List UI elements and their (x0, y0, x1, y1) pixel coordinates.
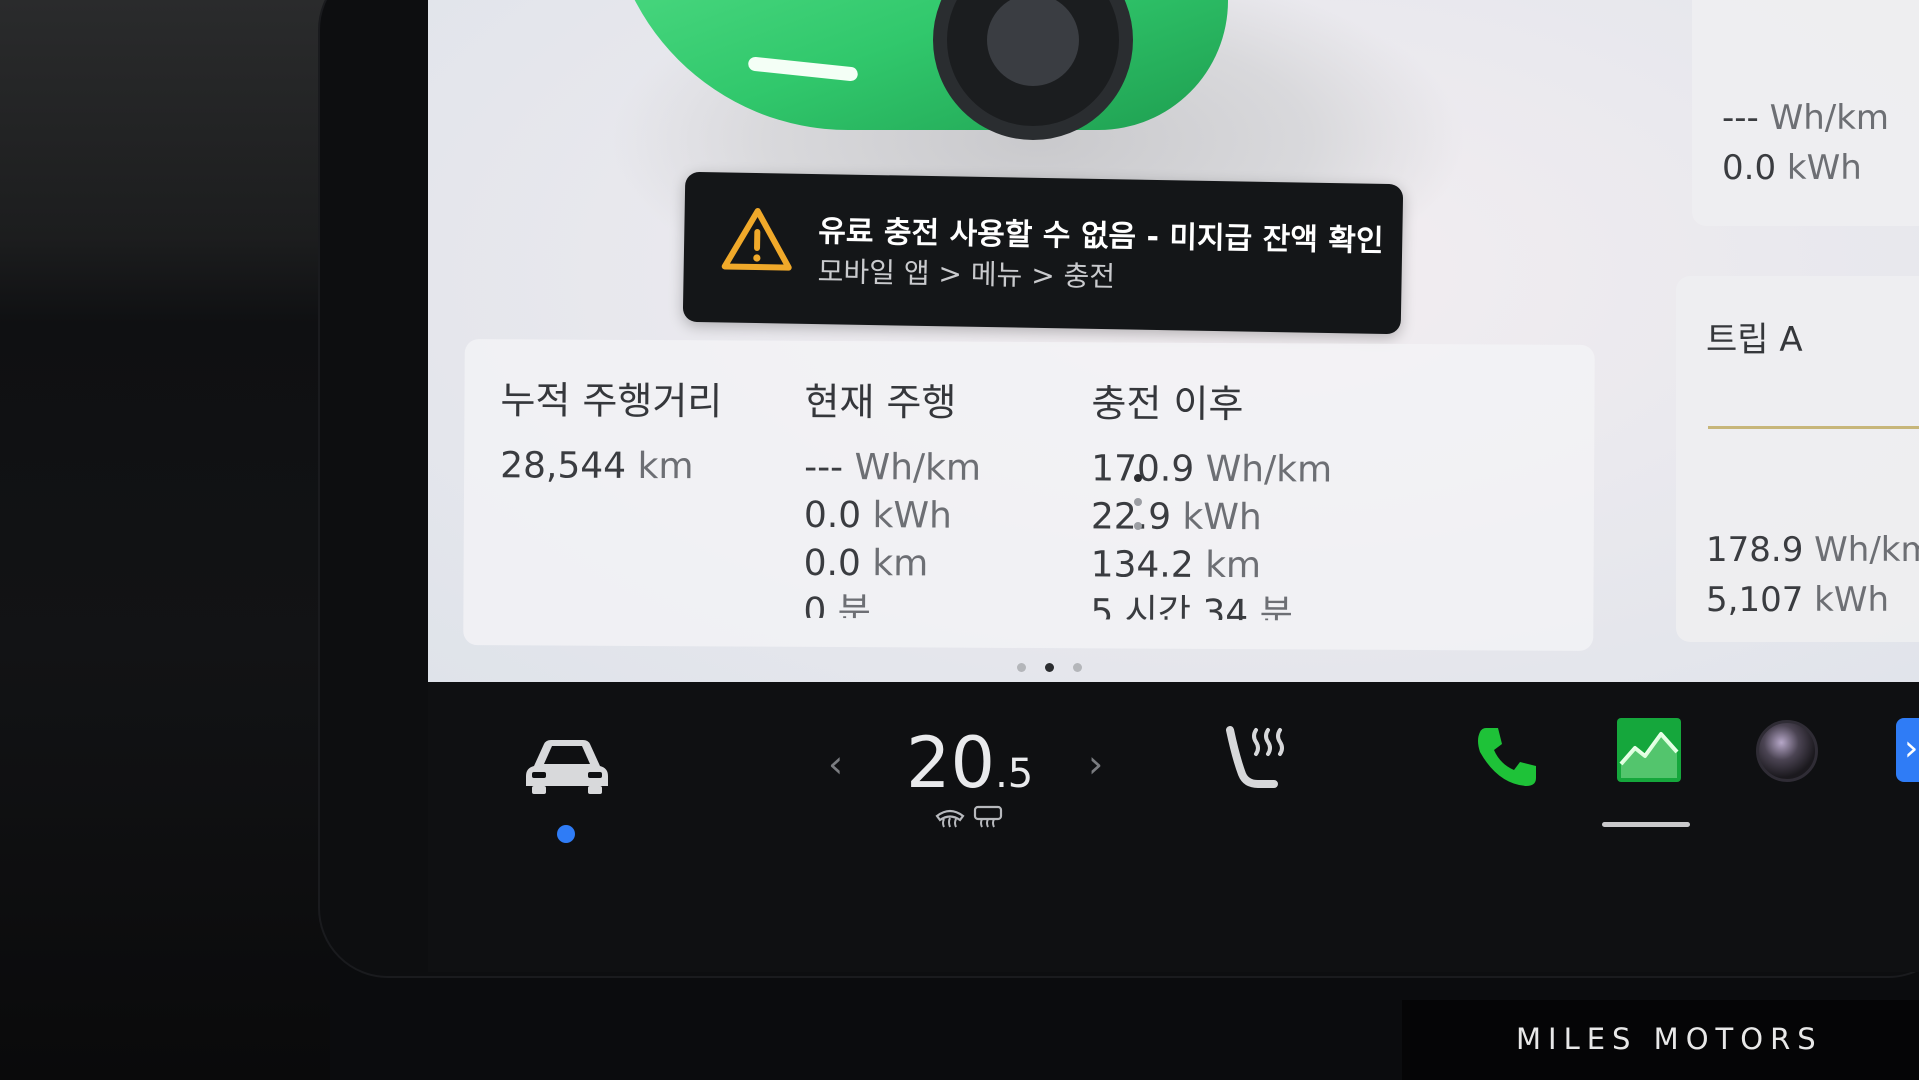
camera-icon[interactable] (1756, 720, 1818, 782)
odometer-title: 누적 주행거리 (500, 378, 723, 424)
since-charge-distance: 134.2 km (1090, 544, 1262, 587)
right-card-energy: 0.0 kWh (1722, 148, 1862, 188)
trip-a-title: 트립 A (1706, 320, 1803, 360)
rear-defrost-icon[interactable] (972, 804, 1004, 830)
bottom-dock (428, 682, 1919, 972)
vertical-dot (1134, 498, 1142, 506)
car-icon[interactable] (524, 732, 610, 796)
trip-a-energy: 5,107 kWh (1706, 580, 1890, 620)
alert-subtitle: 모바일 앱 > 메뉴 > 충전 (817, 255, 1116, 294)
seat-heater-icon[interactable] (1222, 722, 1294, 794)
since-charge-title: 충전 이후 (1091, 381, 1244, 427)
odometer-column: 누적 주행거리 28,544 km (500, 369, 722, 491)
dashboard-trim-left (0, 0, 330, 1080)
warning-triangle-icon (721, 208, 792, 271)
vertical-page-indicator[interactable] (1134, 474, 1144, 546)
vertical-dot (1134, 522, 1142, 530)
trip-stats-card[interactable]: 누적 주행거리 28,544 km 현재 주행 --- Wh/km 0.0 kW… (463, 339, 1595, 651)
energy-graph-icon[interactable] (1617, 718, 1681, 782)
since-charge-energy: 22.9 kWh (1090, 496, 1262, 539)
front-defrost-icon[interactable] (934, 804, 966, 830)
odometer-value: 28,544 km (500, 445, 694, 488)
channel-watermark: MILES MOTORS (1516, 1022, 1823, 1056)
since-charge-column: 충전 이후 170.9 Wh/km 22.9 kWh 134.2 km 5 시간… (1090, 372, 1332, 620)
cabin-temperature[interactable]: 20.5 (906, 722, 1033, 804)
temp-decrease-button[interactable]: ‹ (828, 742, 843, 786)
current-drive-efficiency: --- Wh/km (804, 446, 982, 489)
page-dot (1017, 663, 1026, 672)
phone-icon[interactable] (1472, 722, 1542, 792)
page-dot (1073, 663, 1083, 672)
since-charge-efficiency: 170.9 Wh/km (1091, 448, 1333, 491)
trip-a-card[interactable]: 트립 A 178.9 Wh/km 5,107 kWh (1676, 276, 1919, 642)
current-drive-distance: 0.0 km (803, 542, 929, 585)
current-drive-column: 현재 주행 --- Wh/km 0.0 kWh 0.0 km 0 분 (803, 371, 981, 619)
horizontal-page-indicator[interactable] (1017, 657, 1096, 676)
current-drive-title: 현재 주행 (804, 379, 957, 425)
right-stats-card[interactable]: --- Wh/km 0.0 kWh (1692, 0, 1919, 226)
since-charge-duration: 5 시간 34 분 (1090, 592, 1293, 621)
page-dot-active (1045, 663, 1055, 672)
current-drive-duration: 0 분 (803, 590, 871, 619)
vertical-dot (1134, 474, 1142, 482)
active-indicator-dot (557, 825, 575, 843)
payment-alert[interactable]: 유료 충전 사용할 수 없음 - 미지급 잔액 확인 모바일 앱 > 메뉴 > … (682, 171, 1404, 335)
trip-a-efficiency: 178.9 Wh/km (1706, 530, 1919, 570)
energy-active-underline (1602, 822, 1690, 827)
trip-a-chart-line (1708, 426, 1919, 429)
more-apps-button[interactable]: › (1896, 718, 1919, 782)
current-drive-energy: 0.0 kWh (803, 494, 952, 537)
temp-increase-button[interactable]: › (1088, 742, 1103, 786)
right-card-efficiency: --- Wh/km (1722, 98, 1890, 138)
